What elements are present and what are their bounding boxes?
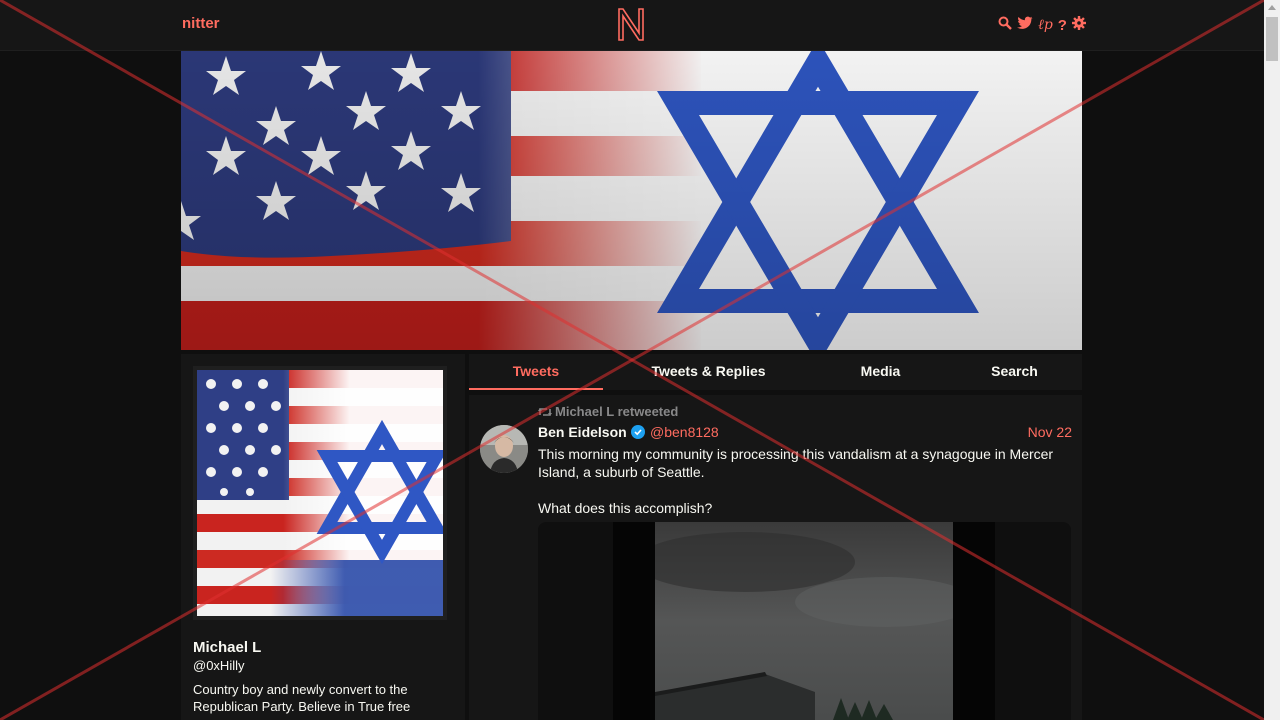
tweet-fullname[interactable]: Ben Eidelson [538,424,645,440]
rss-icon[interactable]: ℓp [1038,17,1053,34]
tweet-fullname-text[interactable]: Ben Eidelson [538,424,627,440]
timeline: Michael L retweeted Ben Eidelson @ben812… [469,395,1082,720]
tweet-username[interactable]: @ben8128 [650,424,719,440]
scroll-up-arrow-icon[interactable] [1268,5,1276,10]
tab-search[interactable]: Search [947,354,1082,390]
profile-avatar[interactable] [193,366,448,620]
help-icon[interactable]: ? [1058,17,1067,34]
profile-username[interactable]: @0xHilly [193,658,244,673]
retweet-header: Michael L retweeted [538,404,678,419]
nav-brand-link[interactable]: nitter [182,15,220,32]
tab-tweets-replies[interactable]: Tweets & Replies [603,354,814,390]
tweet-text-paragraph: What does this accomplish? [538,500,713,516]
verified-badge-icon [630,425,645,439]
banner-flags-image [181,51,1082,350]
nav-icons: ℓp ? [998,16,1086,35]
top-navbar: nitter ℓp ? [0,0,1264,51]
tab-media[interactable]: Media [814,354,947,390]
avatar-flags-image [197,370,448,616]
tweet-date[interactable]: Nov 22 [1028,424,1072,440]
profile-bio: Country boy and newly convert to the Rep… [193,682,411,714]
tweet-text-paragraph: This morning my community is processing … [538,446,1054,480]
twitter-bird-icon[interactable] [1017,16,1033,35]
settings-gear-icon[interactable] [1071,16,1086,35]
scrollbar-thumb[interactable] [1266,17,1278,61]
tweet-media[interactable] [538,522,1071,720]
retweet-label[interactable]: Michael L retweeted [555,404,678,419]
retweet-icon [538,407,552,416]
page-scrollbar[interactable] [1264,0,1280,720]
profile-banner[interactable] [181,51,1082,350]
tab-tweets[interactable]: Tweets [469,354,603,390]
profile-fullname[interactable]: Michael L [193,639,261,656]
timeline-tabs: Tweets Tweets & Replies Media Search [469,354,1082,390]
search-icon[interactable] [998,16,1012,35]
nitter-logo-icon[interactable] [616,6,646,42]
tweet-avatar[interactable] [480,425,528,473]
tweet-image[interactable] [655,522,953,720]
profile-card: Michael L @0xHilly Country boy and newly… [181,354,465,720]
